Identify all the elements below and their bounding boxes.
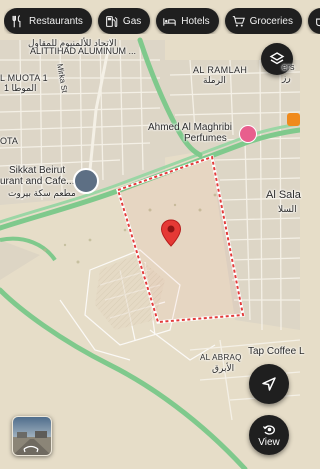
view-button[interactable]: View [249, 415, 289, 455]
chip-label: Hotels [181, 15, 210, 27]
poi-label-ahmed-perfumes[interactable]: Perfumes [184, 134, 227, 144]
poi-label-ahmed[interactable]: Ahmed Al Maghribi [148, 123, 232, 133]
place-label-al-abraq: AL ABRAQ [200, 353, 242, 362]
place-label-ers-ar: رز [282, 73, 291, 83]
place-label-al-sala-ar: السلا [278, 204, 297, 214]
place-label-al-sala: Al Sala [266, 189, 301, 201]
place-label-ramlah: AL RAMLAH [193, 65, 248, 75]
bed-icon [163, 17, 176, 26]
place-label-muota-ar: 1 الموطا [4, 83, 37, 93]
poi-label-sikkat[interactable]: Sikkat Beirut [9, 166, 65, 176]
poi-label-tap-coffee[interactable]: Tap Coffee L [248, 347, 305, 357]
chip-label: Gas [122, 15, 142, 27]
gas-pump-icon [106, 15, 118, 27]
place-label-alithihad: ALITTIHAD ALUMINUM ... [30, 46, 137, 56]
chip-groceries[interactable]: Groceries [224, 8, 302, 34]
restaurant-photo-icon[interactable] [73, 168, 99, 194]
place-label-al-abraq-ar: الأبرق [212, 363, 235, 373]
rotate-arrow-icon [23, 445, 39, 453]
chip-label: Restaurants [29, 15, 83, 27]
coffee-icon [316, 18, 320, 26]
navigation-arrow-icon [262, 377, 276, 391]
place-label-ramlah-ar: الرملة [203, 75, 226, 85]
chip-restaurants[interactable]: Restaurants [4, 8, 92, 34]
view-label: View [258, 436, 280, 448]
rotate-icon [262, 424, 275, 435]
place-label-muota: L MUOTA 1 [0, 73, 48, 83]
store-poi-icon[interactable] [287, 113, 300, 126]
street-view-thumbnail[interactable] [12, 416, 52, 456]
perfume-poi-icon[interactable] [239, 125, 257, 143]
shopping-cart-icon [232, 15, 245, 27]
poi-label-sikkat-ar: مطعم سكة بيروت [8, 188, 76, 198]
chip-coffee[interactable]: Co [307, 8, 320, 34]
chip-gas[interactable]: Gas [97, 8, 151, 34]
poi-label-sikkat-cafe[interactable]: urant and Cafe... [0, 177, 75, 187]
place-label-ers: ers [282, 62, 295, 72]
chip-hotels[interactable]: Hotels [156, 8, 219, 34]
fork-knife-icon [12, 14, 21, 27]
navigate-button[interactable] [249, 364, 289, 404]
place-label-ota: OTA [0, 136, 18, 146]
location-pin-icon[interactable] [160, 219, 182, 247]
category-chips: Restaurants Gas Hotels Groceries Co [4, 8, 320, 34]
chip-label: Groceries [249, 15, 293, 27]
